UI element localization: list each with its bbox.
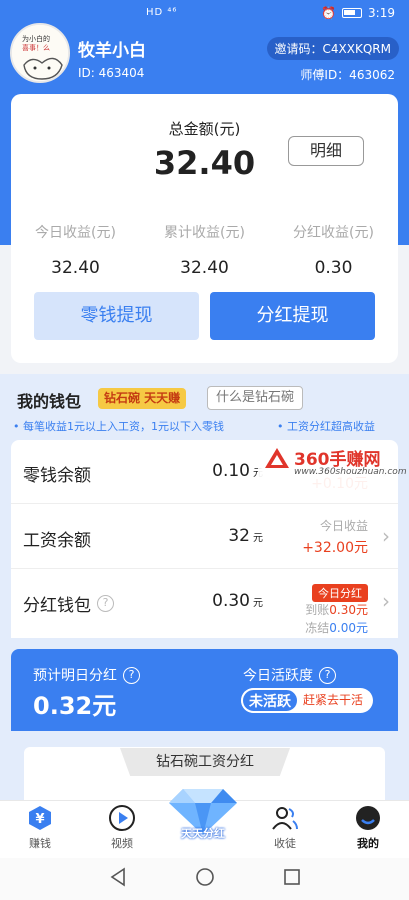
- battery-icon: [342, 8, 363, 18]
- profile-icon: [356, 806, 380, 830]
- play-icon: [109, 805, 135, 831]
- chevron-right-icon: ›: [382, 589, 390, 613]
- bonus-forecast-label-wrap: 预计明日分红 ?: [33, 665, 140, 685]
- watermark: 360手赚网 www.360shouzhuan.com: [258, 443, 407, 489]
- bonus-arrived: 到账0.30元: [305, 603, 368, 617]
- notice-left: • 每笔收益1元以上入工资，1元以下入零钱: [13, 420, 224, 433]
- wallet-row-side-label: 今日收益: [319, 519, 368, 533]
- alarm-icon: ⏰: [321, 6, 337, 20]
- signal-icons: HD ⁴⁶: [146, 7, 178, 18]
- help-icon[interactable]: ?: [319, 666, 336, 684]
- tab-apprentice[interactable]: 收徒: [255, 803, 315, 851]
- stat-cumulative: 累计收益(元) 32.40: [140, 222, 269, 278]
- stat-value: 32.40: [51, 258, 100, 278]
- stat-value: 0.30: [314, 258, 353, 278]
- balance-card: 总金额(元) 32.40 明细 今日收益(元) 32.40 累计收益(元) 32…: [11, 94, 398, 363]
- wallet-title: 我的钱包: [17, 392, 82, 411]
- inactive-status: 未活跃: [241, 688, 299, 713]
- bonus-forecast-value: 0.32元: [33, 692, 117, 720]
- watermark-logo-icon: [265, 448, 289, 468]
- withdraw-bonus-button[interactable]: 分红提现: [210, 292, 375, 340]
- stat-value: 32.40: [180, 258, 229, 278]
- user-id: ID: 463404: [78, 66, 145, 80]
- wallet-row-amount: 0.30 元: [212, 591, 263, 611]
- wallet-row-name: 工资余额: [23, 531, 91, 551]
- forecast-panel: 预计明日分红 ? 0.32元 今日活跃度 ? 未活跃 赶紧去干活: [11, 649, 398, 731]
- help-icon[interactable]: ?: [123, 666, 140, 684]
- stat-label: 今日收益(元): [35, 225, 116, 241]
- stat-today: 今日收益(元) 32.40: [11, 222, 140, 278]
- system-nav-bar: [0, 858, 409, 900]
- back-icon[interactable]: [108, 866, 128, 888]
- stat-label: 累计收益(元): [164, 225, 245, 241]
- svg-text:为小白的: 为小白的: [22, 34, 50, 43]
- tab-label: 收徒: [274, 837, 296, 850]
- withdraw-change-button[interactable]: 零钱提现: [34, 292, 199, 340]
- status-bar: HD ⁴⁶ ⏰ 3:19: [0, 0, 409, 28]
- notice-right: • 工资分红超高收益: [277, 420, 375, 433]
- tab-mine[interactable]: 我的: [338, 803, 398, 851]
- stat-bonus: 分红收益(元) 0.30: [269, 222, 398, 278]
- go-work-link[interactable]: 赶紧去干活: [299, 688, 373, 713]
- wallet-row-name-wrap: 分红钱包 ?: [23, 591, 114, 616]
- tab-label: 天天分红: [181, 827, 225, 840]
- wallet-row-amount: 32 元: [228, 526, 263, 546]
- diamond-badge: 钻石碗 天天赚: [98, 388, 187, 409]
- wallet-row-name: 分红钱包: [23, 596, 91, 616]
- wallet-row-name: 零钱余额: [23, 466, 91, 486]
- master-id: 师傅ID：463062: [300, 68, 395, 82]
- tab-video[interactable]: 视频: [92, 803, 152, 851]
- stat-label: 分红收益(元): [293, 225, 374, 241]
- help-icon[interactable]: ?: [97, 595, 114, 612]
- activity-label-wrap: 今日活跃度 ?: [243, 665, 336, 685]
- bonus-card-title: 钻石碗工资分红: [120, 748, 290, 776]
- tab-label: 赚钱: [29, 837, 51, 850]
- tab-label: 我的: [357, 837, 379, 850]
- invite-code[interactable]: 邀请码：C4XXKQRM: [266, 37, 399, 60]
- activity-pill[interactable]: 未活跃 赶紧去干活: [241, 688, 374, 713]
- user-name: 牧羊小白: [78, 41, 146, 61]
- recents-icon[interactable]: [282, 866, 302, 888]
- yuan-icon: ¥: [29, 806, 51, 830]
- bonus-forecast-label: 预计明日分红: [33, 668, 117, 684]
- bonus-frozen: 冻结0.00元: [305, 621, 368, 635]
- bonus-today-badge: 今日分红: [312, 582, 368, 602]
- tab-earn[interactable]: ¥ 赚钱: [10, 803, 70, 851]
- tab-label: 视频: [111, 837, 133, 850]
- svg-text:¥: ¥: [35, 812, 44, 827]
- people-icon: [272, 807, 298, 830]
- wallet-row-salary[interactable]: 工资余额 32 元 今日收益 +32.00元 ›: [11, 505, 398, 569]
- svg-text:喜事！么: 喜事！么: [22, 43, 50, 52]
- wallet-row-side-value: +32.00元: [302, 540, 368, 556]
- watermark-url: www.360shouzhuan.com: [294, 467, 407, 477]
- chevron-right-icon: ›: [382, 524, 390, 548]
- status-time: 3:19: [368, 6, 395, 20]
- detail-button[interactable]: 明细: [288, 136, 364, 166]
- activity-label: 今日活跃度: [243, 668, 313, 684]
- tab-daily-bonus[interactable]: 天天分红: [165, 785, 241, 845]
- home-icon[interactable]: [194, 866, 216, 888]
- what-is-diamond-button[interactable]: 什么是钻石碗: [207, 386, 304, 410]
- wallet-row-bonus[interactable]: 分红钱包 ? 0.30 元 今日分红 到账0.30元 冻结0.00元 ›: [11, 570, 398, 635]
- avatar[interactable]: 为小白的 喜事！么: [10, 23, 70, 83]
- wallet-row-amount: 0.10元: [212, 461, 263, 481]
